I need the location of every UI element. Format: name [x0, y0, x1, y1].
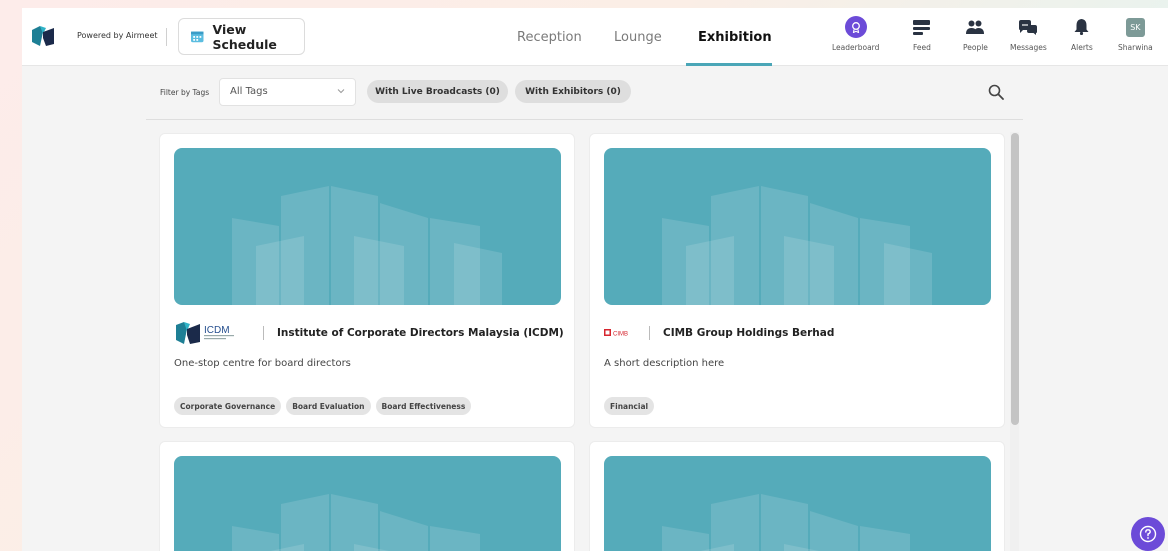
people-label: People — [963, 43, 988, 52]
booth-tag: Corporate Governance — [174, 397, 282, 415]
app-window: Powered by Airmeet View Schedule Recepti… — [22, 8, 1168, 551]
icdm-logo-text: ICDM — [204, 325, 230, 336]
messages-button[interactable]: Messages — [1010, 16, 1047, 52]
header-divider — [166, 28, 167, 46]
booth-title-row: CIMB CIMB Group Holdings Berhad — [604, 320, 834, 346]
help-icon — [1139, 525, 1157, 543]
profile-name-label: Sharwina — [1118, 43, 1153, 52]
filter-bar: Filter by Tags All Tags With Live Broadc… — [146, 74, 1023, 120]
feed-icon — [913, 19, 931, 35]
filter-exhibitors-pill[interactable]: With Exhibitors (0) — [515, 80, 631, 103]
booth-title: CIMB Group Holdings Berhad — [663, 327, 835, 339]
booth-card-icdm[interactable]: ICDM Institute of Corporate Directors Ma… — [159, 133, 575, 428]
booth-tag: Financial — [604, 397, 655, 415]
booth-tags: Financial — [604, 397, 655, 415]
scrollbar-thumb[interactable] — [1011, 133, 1019, 425]
feed-label: Feed — [913, 43, 931, 52]
title-divider — [263, 326, 264, 340]
profile-button[interactable]: SK Sharwina — [1118, 16, 1153, 52]
booth-card-cimb[interactable]: CIMB CIMB Group Holdings Berhad A short … — [589, 133, 1005, 428]
alerts-label: Alerts — [1071, 43, 1093, 52]
booth-tag: Board Effectiveness — [375, 397, 472, 415]
cimb-logo-icon: CIMB — [604, 321, 634, 345]
cimb-logo-text: CIMB — [613, 332, 628, 338]
leaderboard-button[interactable]: Leaderboard — [832, 16, 879, 52]
trophy-icon — [844, 16, 867, 38]
tab-lounge[interactable]: Lounge — [614, 30, 662, 45]
booth-description: One-stop centre for board directors — [174, 358, 351, 369]
view-schedule-button[interactable]: View Schedule — [178, 18, 305, 55]
booth-tags: Corporate Governance Board Evaluation Bo… — [174, 397, 472, 415]
avatar: SK — [1125, 17, 1145, 37]
tab-exhibition[interactable]: Exhibition — [698, 30, 772, 45]
booth-tag: Board Evaluation — [286, 397, 371, 415]
active-tab-indicator — [686, 63, 772, 66]
airmeet-logo-icon[interactable] — [32, 26, 54, 46]
booth-banner-image — [174, 148, 561, 305]
top-header: Powered by Airmeet View Schedule Recepti… — [22, 8, 1168, 66]
title-divider — [649, 326, 650, 340]
booth-banner-image — [174, 456, 561, 551]
powered-by-label: Powered by Airmeet — [77, 31, 158, 40]
booth-banner-image — [604, 456, 991, 551]
tags-dropdown-value: All Tags — [230, 86, 268, 97]
tags-dropdown[interactable]: All Tags — [219, 78, 356, 106]
bell-icon — [1074, 19, 1089, 35]
calendar-icon — [191, 31, 204, 43]
people-icon — [966, 20, 985, 34]
feed-button[interactable]: Feed — [913, 16, 931, 52]
booth-card[interactable] — [589, 441, 1005, 551]
booth-banner-image — [604, 148, 991, 305]
chevron-down-icon — [337, 89, 345, 94]
filter-by-tags-label: Filter by Tags — [160, 88, 210, 97]
icdm-logo-icon: ICDM — [174, 321, 248, 345]
tab-reception[interactable]: Reception — [517, 30, 582, 45]
view-schedule-label: View Schedule — [212, 21, 277, 52]
search-icon[interactable] — [988, 84, 1004, 100]
booth-title-row: ICDM Institute of Corporate Directors Ma… — [174, 320, 564, 346]
booth-card[interactable] — [159, 441, 575, 551]
messages-icon — [1019, 19, 1038, 35]
alerts-button[interactable]: Alerts — [1071, 16, 1093, 52]
leaderboard-label: Leaderboard — [832, 43, 880, 52]
messages-label: Messages — [1010, 43, 1047, 52]
people-button[interactable]: People — [963, 16, 988, 52]
booth-title: Institute of Corporate Directors Malaysi… — [277, 327, 564, 339]
help-button[interactable] — [1131, 517, 1165, 551]
filter-live-broadcasts-pill[interactable]: With Live Broadcasts (0) — [367, 80, 508, 103]
booth-description: A short description here — [604, 358, 725, 369]
